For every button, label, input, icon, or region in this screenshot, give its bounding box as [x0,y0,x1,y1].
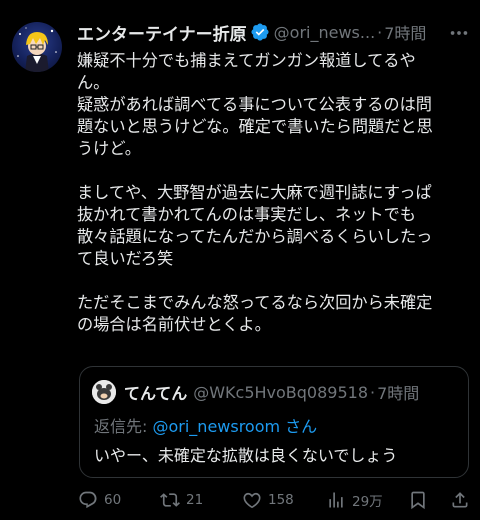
avatar-illustration [17,27,57,72]
retweet-icon [160,493,180,507]
views-button[interactable]: 29万 [326,486,383,514]
bookmark-icon [411,491,425,510]
tweet-header: エンターテイナー折原 @ori_news... · 7時間 [77,14,472,50]
tweet-body: 嫌疑不十分でも捕まえてガンガン報道してるや ん。 疑惑があれば調べてる事について… [77,50,472,336]
quote-reply-context: 返信先: @ori_newsroom さん [94,413,317,437]
action-bar: 60 21 158 29万 [70,486,472,514]
separator-dot: · [377,22,383,42]
bookmark-button[interactable] [408,486,428,514]
tweet-line: ただそこまでみんな怒ってるなら次回から未確定 [77,293,433,312]
author-avatar[interactable] [12,22,62,72]
author-name[interactable]: エンターテイナー折原 [77,20,247,45]
like-count: 158 [268,492,294,508]
quote-text: いやー、未確定な拡散は良くないでしょう [94,446,398,465]
tweet-line: て良いだろ笑 [77,249,174,268]
like-button[interactable]: 158 [242,486,294,514]
share-button[interactable] [450,486,470,514]
more-icon[interactable] [448,22,470,44]
share-icon [452,492,468,508]
reply-icon [79,491,97,509]
quote-separator-dot: · [370,382,376,402]
reply-count: 60 [104,492,122,508]
quote-header: てんてん @WKc5HvoBq089518 · 7時間 [124,380,419,404]
quote-avatar-illustration [92,380,116,404]
tweet-line: 嫌疑不十分でも捕まえてガンガン報道してるや [77,51,416,70]
views-icon [329,492,343,508]
quote-author-handle[interactable]: @WKc5HvoBq089518 [193,383,368,402]
like-icon [243,492,261,509]
views-count: 29万 [352,494,383,510]
author-handle[interactable]: @ori_news... [274,23,375,42]
tweet-time[interactable]: 7時間 [384,20,426,44]
tweet-line: ましてや、大野智が過去に大麻で週刊誌にすっぱ [77,183,432,202]
reply-prefix: 返信先: [94,417,153,436]
tweet-line: 散々話題になってたんだから調べるくらいしたっ [77,227,433,246]
tweet-line: 疑惑があれば調べてる事について公表するのは問 [77,95,432,114]
quote-author-name[interactable]: てんてん [124,380,187,404]
quoted-tweet[interactable]: てんてん @WKc5HvoBq089518 · 7時間 返信先: @ori_ne… [79,366,469,478]
retweet-button[interactable]: 21 [160,486,203,514]
quote-time[interactable]: 7時間 [377,380,419,404]
retweet-count: 21 [186,492,204,508]
reply-button[interactable]: 60 [78,486,121,514]
tweet-line: の場合は名前伏せとくよ。 [77,315,271,334]
tweet-line: 題ないと思うけどな。確定で書いたら問題だと思 [77,117,433,136]
tweet-line: 抜かれて書かれてんのは事実だし、ネットでも [77,205,416,224]
verified-badge-icon [250,22,270,42]
tweet-line: うけど。 [77,139,141,158]
quote-author-avatar[interactable] [92,380,116,404]
tweet-content: エンターテイナー折原 @ori_news... · 7時間 嫌疑不十分でも捕まえ… [77,14,472,336]
reply-suffix: さん [280,417,318,436]
tweet-line: ん。 [77,73,110,92]
reply-to-link[interactable]: @ori_newsroom [152,417,280,436]
